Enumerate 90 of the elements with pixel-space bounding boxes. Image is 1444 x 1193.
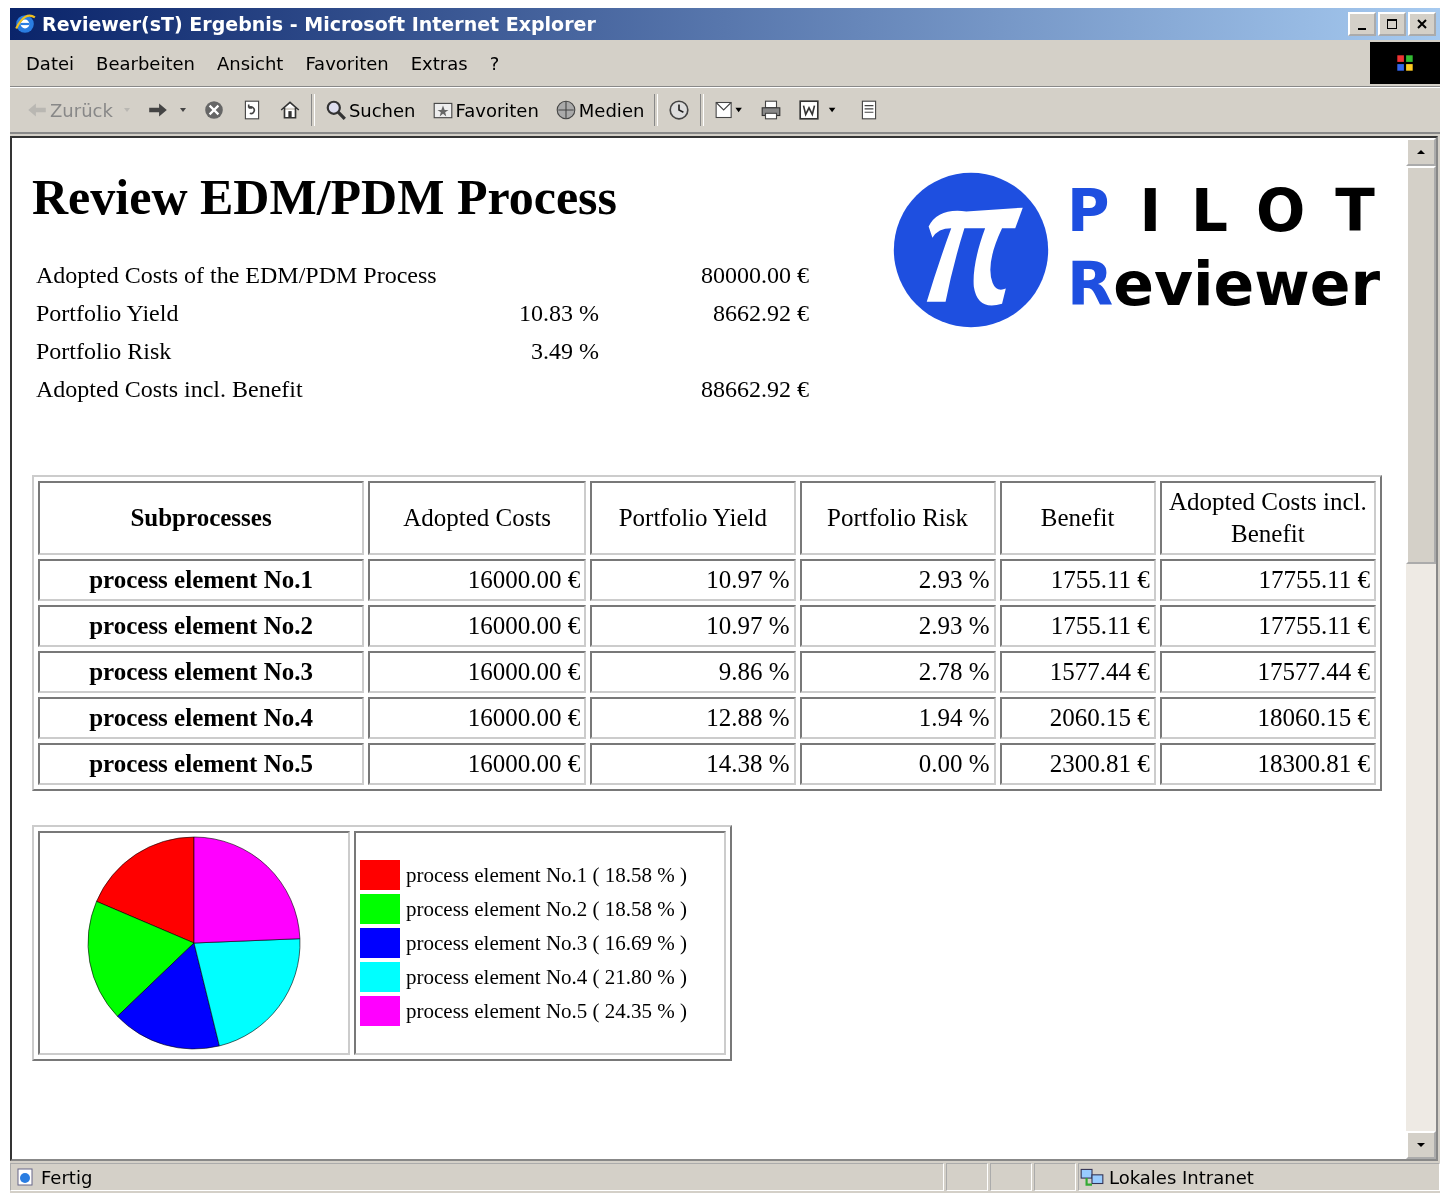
maximize-icon (1386, 18, 1398, 30)
table-cell: 10.97 % (590, 605, 796, 647)
stop-icon (202, 99, 225, 121)
table-cell: 0.00 % (799, 743, 996, 785)
legend-label: process element No.1 ( 18.58 % ) (406, 862, 688, 888)
close-icon (1416, 18, 1428, 30)
menu-item[interactable]: Datei (18, 52, 89, 74)
table-cell: 16000.00 € (368, 559, 587, 601)
table-cell: process element No.5 (38, 743, 365, 785)
pi-logo-icon (891, 170, 1051, 330)
windows-logo (1370, 42, 1440, 84)
column-header: Portfolio Yield (590, 481, 796, 555)
minimize-button[interactable] (1348, 12, 1376, 36)
table-cell: 17755.11 € (1159, 605, 1376, 647)
page-icon (15, 1167, 35, 1187)
column-header: Benefit (999, 481, 1156, 555)
legend-label: process element No.3 ( 16.69 % ) (406, 930, 688, 956)
table-cell: 18060.15 € (1159, 697, 1376, 739)
logo-text: P ILOT (1067, 182, 1406, 240)
table-cell: 17577.44 € (1159, 651, 1376, 693)
media-button[interactable]: Medien (548, 97, 651, 123)
vertical-scrollbar[interactable] (1406, 138, 1436, 1159)
summary-label: Adopted Costs incl. Benefit (36, 376, 304, 403)
minimize-icon (1358, 28, 1366, 30)
table-cell: process element No.3 (38, 651, 365, 693)
table-cell: 16000.00 € (368, 697, 587, 739)
table-cell: process element No.2 (38, 605, 365, 647)
column-header: Subprocesses (38, 481, 365, 555)
menu-item[interactable]: Favoriten (297, 52, 403, 74)
column-header: Portfolio Risk (799, 481, 996, 555)
zone-text: Lokales Intranet (1109, 1166, 1254, 1188)
summary-amount: 8662.92 € (713, 300, 809, 326)
caret-icon (178, 106, 187, 114)
menu-item[interactable]: Bearbeiten (88, 52, 209, 74)
maximize-button[interactable] (1378, 12, 1406, 36)
printer-icon (760, 99, 783, 121)
page-heading: Review EDM/PDM Process (32, 168, 618, 226)
legend-label: process element No.5 ( 24.35 % ) (406, 998, 688, 1024)
scroll-up-button[interactable] (1406, 138, 1436, 166)
home-icon (278, 99, 301, 121)
table-cell: 16000.00 € (368, 743, 587, 785)
scroll-down-button[interactable] (1406, 1131, 1436, 1159)
legend-label: process element No.2 ( 18.58 % ) (406, 896, 688, 922)
table-cell: 10.97 % (590, 559, 796, 601)
globe-icon (554, 99, 577, 121)
table-cell: 2300.81 € (999, 743, 1156, 785)
down-arrow-icon (1416, 1140, 1426, 1150)
menu-item[interactable]: Ansicht (208, 52, 298, 74)
favorites-button[interactable]: Favoriten (425, 97, 545, 123)
caret-icon (122, 106, 131, 114)
table-cell: 1755.11 € (999, 605, 1156, 647)
summary-percent: 3.49 % (531, 338, 599, 364)
search-button[interactable]: Suchen (318, 97, 422, 123)
summary-label: Adopted Costs of the EDM/PDM Process (36, 262, 438, 289)
summary-amount: 88662.92 € (701, 376, 809, 402)
legend-label: process element No.4 ( 21.80 % ) (406, 964, 688, 990)
clock-icon (668, 99, 691, 121)
table-cell: 16000.00 € (368, 651, 587, 693)
table-cell: process element No.4 (38, 697, 365, 739)
table-cell: 12.88 % (590, 697, 796, 739)
logo-text: Reviewer (1067, 254, 1380, 314)
table-cell: 2.78 % (799, 651, 996, 693)
up-arrow-icon (1416, 147, 1426, 157)
intranet-icon (1079, 1166, 1105, 1188)
table-cell: 2.93 % (799, 605, 996, 647)
table-cell: 1755.11 € (999, 559, 1156, 601)
table-cell: 17755.11 € (1159, 559, 1376, 601)
scroll-thumb[interactable] (1406, 166, 1436, 564)
column-header: Adopted Costs (368, 481, 587, 555)
menu-item[interactable]: Extras (402, 52, 482, 74)
close-button[interactable] (1408, 12, 1436, 36)
column-header: Adopted Costs incl. Benefit (1159, 481, 1376, 555)
table-cell: 2.93 % (799, 559, 996, 601)
table-cell: 16000.00 € (368, 605, 587, 647)
menu-item[interactable]: ? (481, 52, 514, 74)
table-cell: 18300.81 € (1159, 743, 1376, 785)
table-cell: 2060.15 € (999, 697, 1156, 739)
summary-label: Portfolio Yield (36, 300, 180, 327)
summary-label: Portfolio Risk (36, 338, 173, 365)
table-cell: process element No.1 (38, 559, 365, 601)
browser-icon (14, 13, 36, 35)
summary-amount: 80000.00 € (701, 262, 809, 288)
table-cell: 1.94 % (799, 697, 996, 739)
table-cell: 14.38 % (590, 743, 796, 785)
table-cell: 9.86 % (590, 651, 796, 693)
window-title: Reviewer(sT) Ergebnis - Microsoft Internet Explorer (42, 13, 596, 35)
status-text: Fertig (41, 1166, 93, 1188)
table-cell: 1577.44 € (999, 651, 1156, 693)
search-icon (324, 99, 347, 121)
summary-percent: 10.83 % (519, 300, 599, 326)
